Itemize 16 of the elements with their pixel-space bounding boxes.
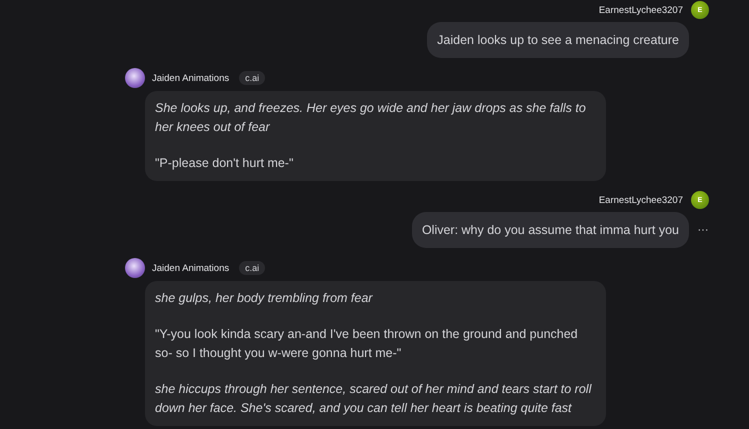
dialogue-text: "P-please don't hurt me-" <box>155 155 294 172</box>
badge: c.ai <box>239 71 266 85</box>
username: EarnestLychee3207 <box>598 194 683 206</box>
character-name: Jaiden Animations <box>152 72 230 84</box>
narration-text: she hiccups through her sentence, scared out of her mind and tears start to roll down her face. She's scared, and you can tell her heart is beating quite fast <box>155 381 593 417</box>
character-name: Jaiden Animations <box>152 262 230 274</box>
narration-text: She looks up, and freezes. Her eyes go wide and her jaw drops as she falls to her knees out of fear <box>155 100 587 136</box>
narration-text: she gulps, her body trembling from fear <box>155 290 374 307</box>
character-avatar <box>125 258 145 278</box>
message-bubble: Jaiden looks up to see a menacing creature <box>427 22 689 58</box>
character-avatar <box>125 68 145 88</box>
badge: c.ai <box>239 261 266 275</box>
dialogue-text: "Y-you look kinda scary an-and I've been thrown on the ground and punched so- so I thought you w-were gonna hurt me-" <box>155 326 579 362</box>
message-bubble: Oliver: why do you assume that imma hurt you <box>412 212 689 248</box>
more-button[interactable]: ··· <box>697 224 709 236</box>
username: EarnestLychee3207 <box>598 4 683 16</box>
